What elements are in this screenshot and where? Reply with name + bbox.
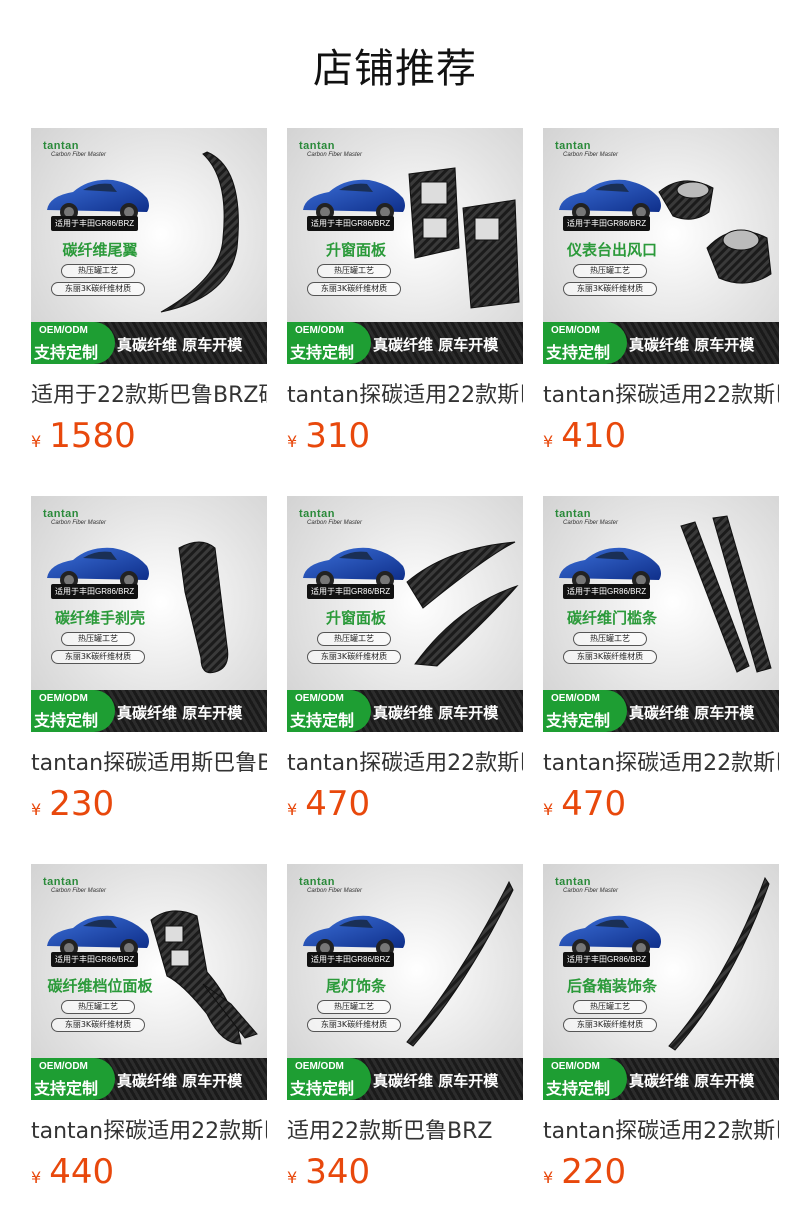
slogan: 真碳纤维 原车开模	[373, 1072, 499, 1090]
product-name[interactable]: tantan探碳适用22款斯巴鲁BRZ	[543, 377, 779, 409]
product-card[interactable]: tantan Carbon Fiber Master 适用于丰田GR86/BRZ 升窗…	[287, 128, 523, 458]
product-image[interactable]: tantan Carbon Fiber Master 适用于丰田GR86/BRZ 尾灯…	[287, 864, 523, 1100]
product-card[interactable]: tantan Carbon Fiber Master 适用于丰田GR86/BRZ 仪表…	[543, 128, 779, 458]
oem-badge: OEM/ODM 支持定制	[543, 690, 627, 732]
product-card[interactable]: tantan Carbon Fiber Master 适用于丰田GR86/BRZ 升窗…	[287, 496, 523, 826]
price-value: 310	[305, 416, 371, 456]
slogan: 真碳纤维 原车开模	[117, 336, 243, 354]
oem-badge: OEM/ODM 支持定制	[543, 1058, 627, 1100]
slogan: 真碳纤维 原车开模	[629, 704, 755, 722]
product-name[interactable]: 适用22款斯巴鲁BRZ	[287, 1113, 523, 1145]
product-image[interactable]: tantan Carbon Fiber Master 适用于丰田GR86/BRZ 后备…	[543, 864, 779, 1100]
product-name[interactable]: 适用于22款斯巴鲁BRZ碳纤维尾翼	[31, 377, 267, 409]
product-card[interactable]: tantan Carbon Fiber Master 适用于丰田GR86/BRZ 碳纤…	[31, 496, 267, 826]
promo-banner: OEM/ODM 支持定制 真碳纤维 原车开模	[287, 322, 523, 364]
price-value: 220	[561, 1152, 627, 1192]
oem-badge: OEM/ODM 支持定制	[287, 322, 371, 364]
promo-banner: OEM/ODM 支持定制 真碳纤维 原车开模	[31, 690, 267, 732]
product-card[interactable]: tantan Carbon Fiber Master 适用于丰田GR86/BRZ 后备…	[543, 864, 779, 1194]
oem-badge: OEM/ODM 支持定制	[287, 1058, 371, 1100]
price-value: 470	[305, 784, 371, 824]
product-price: ¥410	[543, 416, 626, 456]
product-price: ¥220	[543, 1152, 626, 1192]
page-title: 店铺推荐	[313, 46, 477, 92]
slogan: 真碳纤维 原车开模	[629, 336, 755, 354]
promo-banner: OEM/ODM 支持定制 真碳纤维 原车开模	[543, 690, 779, 732]
product-image[interactable]: tantan Carbon Fiber Master 适用于丰田GR86/BRZ 碳纤…	[543, 496, 779, 732]
currency-symbol: ¥	[543, 432, 554, 451]
product-price: ¥470	[287, 784, 370, 824]
product-price: ¥470	[543, 784, 626, 824]
product-card[interactable]: tantan Carbon Fiber Master 适用于丰田GR86/BRZ 尾灯…	[287, 864, 523, 1194]
oem-badge: OEM/ODM 支持定制	[31, 690, 115, 732]
currency-symbol: ¥	[31, 800, 42, 819]
slogan: 真碳纤维 原车开模	[629, 1072, 755, 1090]
product-name[interactable]: tantan探碳适用22款斯巴鲁BRZ	[287, 745, 523, 777]
promo-banner: OEM/ODM 支持定制 真碳纤维 原车开模	[31, 1058, 267, 1100]
product-card[interactable]: tantan Carbon Fiber Master 适用于丰田GR86/BRZ 碳纤…	[543, 496, 779, 826]
product-name[interactable]: tantan探碳适用22款斯巴鲁BRZ	[543, 745, 779, 777]
slogan: 真碳纤维 原车开模	[117, 704, 243, 722]
price-value: 440	[49, 1152, 115, 1192]
product-name[interactable]: tantan探碳适用22款斯巴鲁BRZ	[543, 1113, 779, 1145]
slogan: 真碳纤维 原车开模	[373, 336, 499, 354]
currency-symbol: ¥	[287, 432, 298, 451]
product-image[interactable]: tantan Carbon Fiber Master 适用于丰田GR86/BRZ 仪表…	[543, 128, 779, 364]
product-price: ¥440	[31, 1152, 114, 1192]
product-card[interactable]: tantan Carbon Fiber Master 适用于丰田GR86/BRZ 碳纤…	[31, 128, 267, 458]
price-value: 230	[49, 784, 115, 824]
price-value: 470	[561, 784, 627, 824]
promo-banner: OEM/ODM 支持定制 真碳纤维 原车开模	[543, 322, 779, 364]
currency-symbol: ¥	[287, 800, 298, 819]
product-image[interactable]: tantan Carbon Fiber Master 适用于丰田GR86/BRZ 碳纤…	[31, 864, 267, 1100]
product-name[interactable]: tantan探碳适用22款斯巴鲁BRZ	[31, 1113, 267, 1145]
slogan: 真碳纤维 原车开模	[373, 704, 499, 722]
currency-symbol: ¥	[31, 1168, 42, 1187]
currency-symbol: ¥	[287, 1168, 298, 1187]
currency-symbol: ¥	[31, 432, 42, 451]
slogan: 真碳纤维 原车开模	[117, 1072, 243, 1090]
promo-banner: OEM/ODM 支持定制 真碳纤维 原车开模	[31, 322, 267, 364]
product-image[interactable]: tantan Carbon Fiber Master 适用于丰田GR86/BRZ 升窗…	[287, 128, 523, 364]
currency-symbol: ¥	[543, 1168, 554, 1187]
product-price: ¥1580	[31, 416, 136, 456]
product-image[interactable]: tantan Carbon Fiber Master 适用于丰田GR86/BRZ 升窗…	[287, 496, 523, 732]
price-value: 1580	[49, 416, 136, 456]
product-price: ¥340	[287, 1152, 370, 1192]
product-image[interactable]: tantan Carbon Fiber Master 适用于丰田GR86/BRZ 碳纤…	[31, 496, 267, 732]
oem-badge: OEM/ODM 支持定制	[287, 690, 371, 732]
product-price: ¥230	[31, 784, 114, 824]
product-name[interactable]: tantan探碳适用斯巴鲁BRZ	[31, 745, 267, 777]
promo-banner: OEM/ODM 支持定制 真碳纤维 原车开模	[287, 1058, 523, 1100]
product-card[interactable]: tantan Carbon Fiber Master 适用于丰田GR86/BRZ 碳纤…	[31, 864, 267, 1194]
price-value: 410	[561, 416, 627, 456]
price-value: 340	[305, 1152, 371, 1192]
product-image[interactable]: tantan Carbon Fiber Master 适用于丰田GR86/BRZ 碳纤…	[31, 128, 267, 364]
product-price: ¥310	[287, 416, 370, 456]
oem-badge: OEM/ODM 支持定制	[31, 322, 115, 364]
oem-badge: OEM/ODM 支持定制	[31, 1058, 115, 1100]
product-name[interactable]: tantan探碳适用22款斯巴鲁BRZ	[287, 377, 523, 409]
currency-symbol: ¥	[543, 800, 554, 819]
promo-banner: OEM/ODM 支持定制 真碳纤维 原车开模	[287, 690, 523, 732]
promo-banner: OEM/ODM 支持定制 真碳纤维 原车开模	[543, 1058, 779, 1100]
oem-badge: OEM/ODM 支持定制	[543, 322, 627, 364]
